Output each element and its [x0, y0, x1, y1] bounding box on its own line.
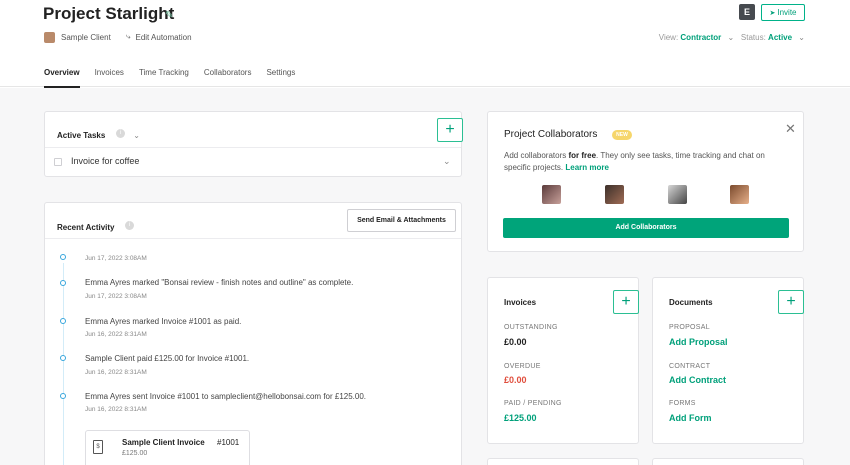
collaborators-card: Project Collaborators NEW ✕ Add collabor…: [487, 111, 804, 252]
status-dropdown[interactable]: Active: [768, 33, 792, 42]
activity-text: Emma Ayres sent Invoice #1001 to samplec…: [85, 392, 367, 401]
send-icon: ➤: [769, 10, 776, 17]
tab-collaborators[interactable]: Collaborators: [204, 68, 252, 88]
add-document-button[interactable]: +: [778, 290, 804, 314]
collaborator-avatar: [542, 185, 561, 204]
card-partial: [652, 458, 804, 465]
collaborator-avatar: [668, 185, 687, 204]
timeline-dot: [60, 393, 66, 399]
invoice-attachment-card[interactable]: $ Sample Client Invoice #1001 £125.00: [85, 430, 250, 465]
forms-label: FORMS: [669, 400, 696, 407]
view-dropdown[interactable]: Contractor: [680, 33, 721, 42]
chevron-down-icon[interactable]: ⌄: [133, 131, 140, 140]
timeline-dot: [60, 318, 66, 324]
overdue-label: OVERDUE: [504, 363, 541, 370]
chevron-down-icon: ⌄: [727, 33, 735, 42]
new-badge: NEW: [612, 130, 632, 140]
activity-text: Sample Client paid £125.00 for Invoice #…: [85, 354, 250, 363]
active-tasks-card: Active Tasks i ⌄ + Invoice for coffee ⌄: [44, 111, 463, 177]
info-icon: i: [124, 221, 134, 231]
activity-text: Emma Ayres marked Invoice #1001 as paid.: [85, 317, 242, 326]
activity-time: Jun 17, 2022 3:08AM: [85, 293, 147, 300]
task-name[interactable]: Invoice for coffee: [71, 156, 139, 166]
client-link[interactable]: Sample Client: [44, 32, 111, 43]
paid-pending-value: £125.00: [504, 413, 537, 423]
invite-button[interactable]: ➤ Invite: [761, 4, 805, 21]
timeline-line: [63, 263, 64, 465]
divider: [45, 147, 461, 148]
recent-activity-title: Recent Activity: [57, 223, 115, 232]
project-header: Project Starlight ✎ E ➤ Invite Sample Cli…: [0, 0, 850, 88]
collaborators-description: Add collaborators for free. They only se…: [504, 151, 765, 172]
documents-title: Documents: [669, 298, 713, 307]
task-checkbox[interactable]: [54, 158, 62, 166]
paid-pending-label: PAID / PENDING: [504, 400, 562, 407]
client-name: Sample Client: [61, 33, 111, 42]
chevron-down-icon: ⌄: [798, 33, 805, 42]
divider: [45, 238, 461, 239]
invoices-title: Invoices: [504, 298, 537, 307]
activity-time: Jun 17, 2022 3:08AM: [85, 255, 147, 262]
add-task-button[interactable]: +: [437, 118, 463, 142]
invoices-card: Invoices + OUTSTANDING £0.00 OVERDUE £0.…: [487, 277, 639, 444]
timeline-dot: [60, 254, 66, 260]
activity-text-content: Emma Ayres marked "Bonsai review - finis…: [85, 278, 354, 287]
activity-time: Jun 16, 2022 8:31AM: [85, 369, 147, 376]
add-proposal-link[interactable]: Add Proposal: [669, 337, 728, 347]
activity-time: Jun 16, 2022 8:31AM: [85, 331, 147, 338]
active-tasks-title: Active Tasks: [57, 131, 106, 140]
tab-invoices[interactable]: Invoices: [95, 68, 124, 88]
edit-automation-link[interactable]: ⤷ Edit Automation: [126, 32, 192, 42]
activity-time: Jun 16, 2022 8:31AM: [85, 406, 147, 413]
documents-card: Documents + PROPOSAL Add Proposal CONTRA…: [652, 277, 804, 444]
tab-time-tracking[interactable]: Time Tracking: [139, 68, 189, 88]
view-status-selectors: View: Contractor ⌄ Status: Active ⌄: [658, 33, 805, 42]
edit-title-icon[interactable]: ✎: [165, 10, 175, 21]
proposal-label: PROPOSAL: [669, 324, 710, 331]
outstanding-value: £0.00: [504, 337, 527, 347]
close-icon[interactable]: ✕: [785, 121, 796, 137]
invoice-file-icon: $: [93, 440, 103, 454]
tab-settings[interactable]: Settings: [266, 68, 295, 88]
automation-icon: ⤷: [126, 32, 131, 41]
add-collaborators-button[interactable]: Add Collaborators: [503, 218, 789, 238]
collaborator-avatar: [730, 185, 749, 204]
add-form-link[interactable]: Add Form: [669, 413, 712, 423]
page-title: Project Starlight: [43, 4, 175, 23]
timeline-dot: [60, 355, 66, 361]
client-avatar: [44, 32, 55, 43]
outstanding-label: OUTSTANDING: [504, 324, 558, 331]
send-email-button[interactable]: Send Email & Attachments: [347, 209, 456, 232]
invoice-card-number: #1001: [217, 438, 240, 447]
overdue-value: £0.00: [504, 375, 527, 385]
card-partial: [487, 458, 639, 465]
timeline-dot: [60, 280, 66, 286]
add-invoice-button[interactable]: +: [613, 290, 639, 314]
learn-more-link[interactable]: Learn more: [565, 163, 609, 172]
project-tabs: Overview Invoices Time Tracking Collabor…: [44, 68, 310, 88]
collaborators-title: Project Collaborators: [504, 129, 598, 140]
tab-overview[interactable]: Overview: [44, 68, 80, 88]
invoice-card-amount: £125.00: [122, 450, 148, 457]
recent-activity-header: Recent Activity i: [57, 217, 134, 235]
add-contract-link[interactable]: Add Contract: [669, 375, 726, 385]
invoice-card-title: Sample Client Invoice: [122, 438, 205, 447]
active-tasks-header: Active Tasks i ⌄: [57, 125, 140, 143]
collaborator-avatar: [605, 185, 624, 204]
activity-text: Emma Ayres marked "Bonsai review - finis…: [85, 278, 353, 287]
contract-label: CONTRACT: [669, 363, 711, 370]
info-icon: i: [115, 129, 125, 139]
automation-label: Edit Automation: [135, 32, 192, 42]
chevron-down-icon[interactable]: ⌄: [443, 156, 451, 167]
user-avatar[interactable]: E: [739, 4, 755, 20]
